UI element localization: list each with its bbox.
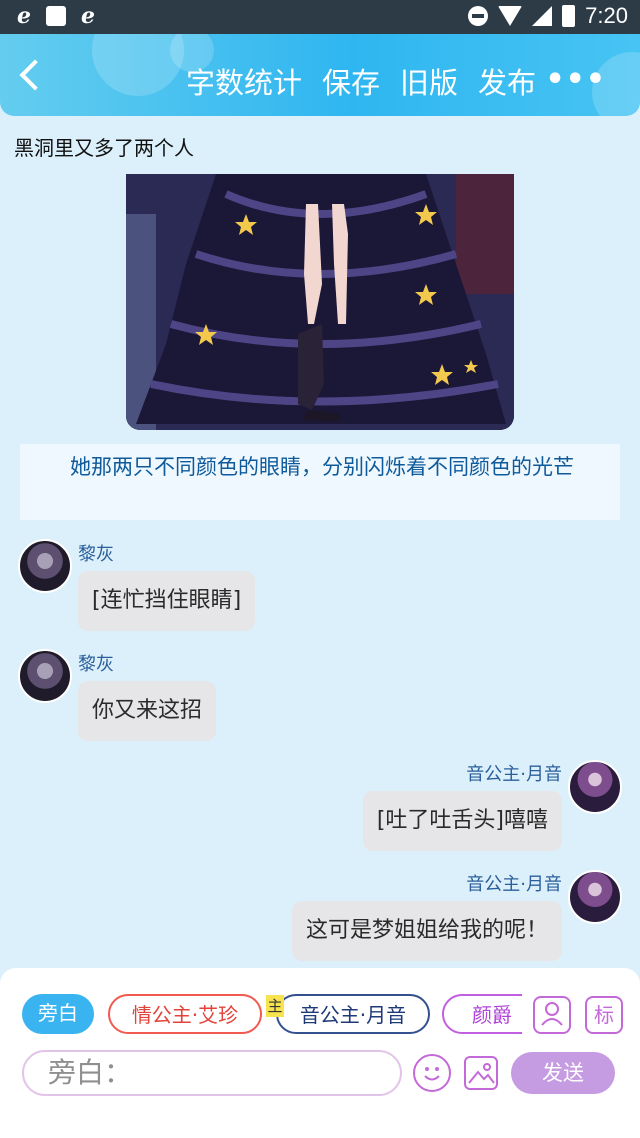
speaker-name: 黎灰 <box>78 544 114 565</box>
browser-icon: e <box>17 3 31 29</box>
old-version-button[interactable]: 旧版 <box>400 60 458 102</box>
battery-icon <box>562 5 576 27</box>
speaker-name: 音公主·月音 <box>466 764 562 785</box>
more-options-icon[interactable]: ••• <box>545 62 606 97</box>
back-arrow-icon[interactable] <box>19 59 51 91</box>
main-role-badge: 主 <box>266 995 284 1017</box>
wifi-icon <box>498 6 523 26</box>
top-toolbar: 字数统计 保存 旧版 发布 ••• <box>0 34 640 116</box>
story-title: 黑洞里又多了两个人 <box>14 136 194 160</box>
save-button[interactable]: 保存 <box>322 60 380 102</box>
word-count-button[interactable]: 字数统计 <box>186 60 302 102</box>
notification-icon <box>46 6 66 26</box>
lihui-avatar[interactable] <box>18 649 72 703</box>
role-chip-yin[interactable]: 音公主·月音 <box>276 994 430 1034</box>
publish-button[interactable]: 发布 <box>478 60 536 102</box>
message-bubble[interactable]: 这可是梦姐姐给我的呢！ <box>291 901 562 961</box>
send-button[interactable]: 发送 <box>511 1052 615 1094</box>
role-chip-yan[interactable]: 颜爵 <box>442 994 522 1034</box>
message-bubble[interactable]: 你又来这招 <box>78 681 217 741</box>
lihui-avatar[interactable] <box>18 539 72 593</box>
character-manage-icon[interactable] <box>533 996 571 1034</box>
image-icon[interactable] <box>464 1056 498 1090</box>
message-input[interactable]: 旁白： <box>22 1050 402 1096</box>
status-bar: e e 7:20 <box>0 0 640 34</box>
speaker-name: 黎灰 <box>78 654 114 675</box>
emoji-icon[interactable] <box>413 1054 451 1092</box>
browser-icon: e <box>81 3 95 29</box>
clock: 7:20 <box>585 3 628 28</box>
do-not-disturb-icon <box>468 6 489 26</box>
signal-icon <box>532 6 553 26</box>
yuein-avatar[interactable] <box>568 870 622 924</box>
yuein-avatar[interactable] <box>568 760 622 814</box>
narration-block[interactable]: 她那两只不同颜色的眼睛，分别闪烁着不同颜色的光芒 <box>20 444 620 520</box>
role-chip-qing[interactable]: 情公主·艾珍 <box>108 994 262 1034</box>
message-bubble[interactable]: [连忙挡住眼睛] <box>78 571 256 631</box>
story-image[interactable] <box>126 174 514 430</box>
message-bubble[interactable]: [吐了吐舌头]嘻嘻 <box>362 791 562 851</box>
role-chip-narration[interactable]: 旁白 <box>22 994 94 1034</box>
tag-button[interactable]: 标 <box>585 996 623 1034</box>
speaker-name: 音公主·月音 <box>466 874 562 895</box>
